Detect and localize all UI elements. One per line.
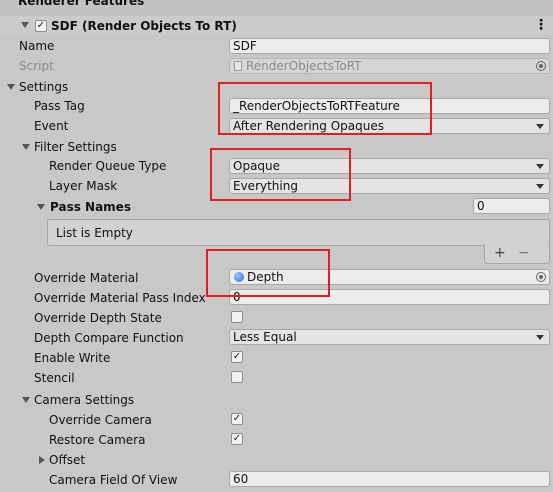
annotation-highlight-box (210, 148, 351, 201)
offset-foldout-icon[interactable] (39, 456, 45, 464)
object-picker-icon[interactable] (536, 61, 546, 71)
settings-foldout-icon[interactable] (7, 84, 15, 90)
feature-enabled-checkbox[interactable]: ✓ (35, 20, 47, 32)
depth-compare-dropdown[interactable]: Less Equal (229, 329, 550, 345)
enable-write-checkbox[interactable]: ✓ (231, 351, 243, 363)
camera-settings-foldout-icon[interactable] (22, 397, 30, 403)
check-mark-icon: ✓ (36, 20, 46, 31)
pass-tag-label: Pass Tag (34, 99, 85, 113)
script-file-icon (234, 61, 242, 71)
event-label: Event (34, 119, 69, 133)
feature-header-row[interactable]: ✓ SDF (Render Objects To RT) ⋮ (0, 16, 553, 36)
override-depth-state-label: Override Depth State (34, 311, 162, 325)
chevron-down-icon (536, 335, 544, 340)
list-empty-text: List is Empty (56, 226, 133, 240)
script-field: RenderObjectsToRT (229, 58, 550, 74)
pass-names-list: List is Empty (47, 219, 550, 246)
override-camera-checkbox[interactable]: ✓ (231, 413, 243, 425)
restore-camera-label: Restore Camera (49, 433, 146, 447)
camera-fov-label: Camera Field Of View (49, 473, 178, 487)
check-mark-icon: ✓ (232, 433, 242, 444)
renderer-features-header: Renderer Features (0, 0, 553, 17)
annotation-highlight-box (206, 249, 330, 297)
list-add-remove-bar: + − (484, 245, 550, 264)
stencil-label: Stencil (34, 371, 75, 385)
override-camera-label: Override Camera (49, 413, 152, 427)
depth-compare-label: Depth Compare Function (34, 331, 184, 345)
check-mark-icon: ✓ (232, 351, 242, 362)
filter-settings-foldout-icon[interactable] (22, 144, 30, 150)
context-menu-icon[interactable]: ⋮ (534, 17, 548, 33)
annotation-highlight-box (218, 82, 432, 135)
pass-names-size-input[interactable]: 0 (473, 198, 550, 214)
renderer-features-title: Renderer Features (18, 0, 145, 8)
camera-settings-label[interactable]: Camera Settings (34, 392, 134, 408)
chevron-down-icon (536, 124, 544, 129)
name-label: Name (19, 39, 55, 53)
override-material-label: Override Material (34, 271, 139, 285)
offset-label[interactable]: Offset (49, 452, 85, 468)
script-value: RenderObjectsToRT (246, 59, 362, 73)
camera-fov-input[interactable]: 60 (229, 471, 550, 487)
depth-compare-value: Less Equal (233, 330, 297, 344)
feature-title: SDF (Render Objects To RT) (51, 19, 237, 33)
override-depth-state-checkbox[interactable] (231, 311, 243, 323)
script-label: Script (19, 59, 54, 73)
filter-settings-label[interactable]: Filter Settings (34, 139, 117, 155)
pass-names-label[interactable]: Pass Names (50, 199, 131, 215)
add-element-button[interactable]: + (494, 246, 506, 260)
pass-names-foldout-icon[interactable] (37, 204, 45, 210)
stencil-checkbox[interactable] (231, 371, 243, 383)
enable-write-label: Enable Write (34, 351, 111, 365)
restore-camera-checkbox[interactable]: ✓ (231, 433, 243, 445)
name-input[interactable]: SDF (229, 38, 550, 54)
remove-element-button[interactable]: − (518, 246, 530, 260)
render-queue-label: Render Queue Type (49, 159, 167, 173)
chevron-down-icon (536, 164, 544, 169)
chevron-down-icon (536, 184, 544, 189)
check-mark-icon: ✓ (232, 413, 242, 424)
settings-label[interactable]: Settings (19, 79, 68, 95)
feature-foldout-icon[interactable] (21, 22, 29, 28)
layer-mask-label: Layer Mask (49, 179, 118, 193)
object-picker-icon[interactable] (536, 272, 546, 282)
override-pass-index-label: Override Material Pass Index (34, 291, 206, 305)
